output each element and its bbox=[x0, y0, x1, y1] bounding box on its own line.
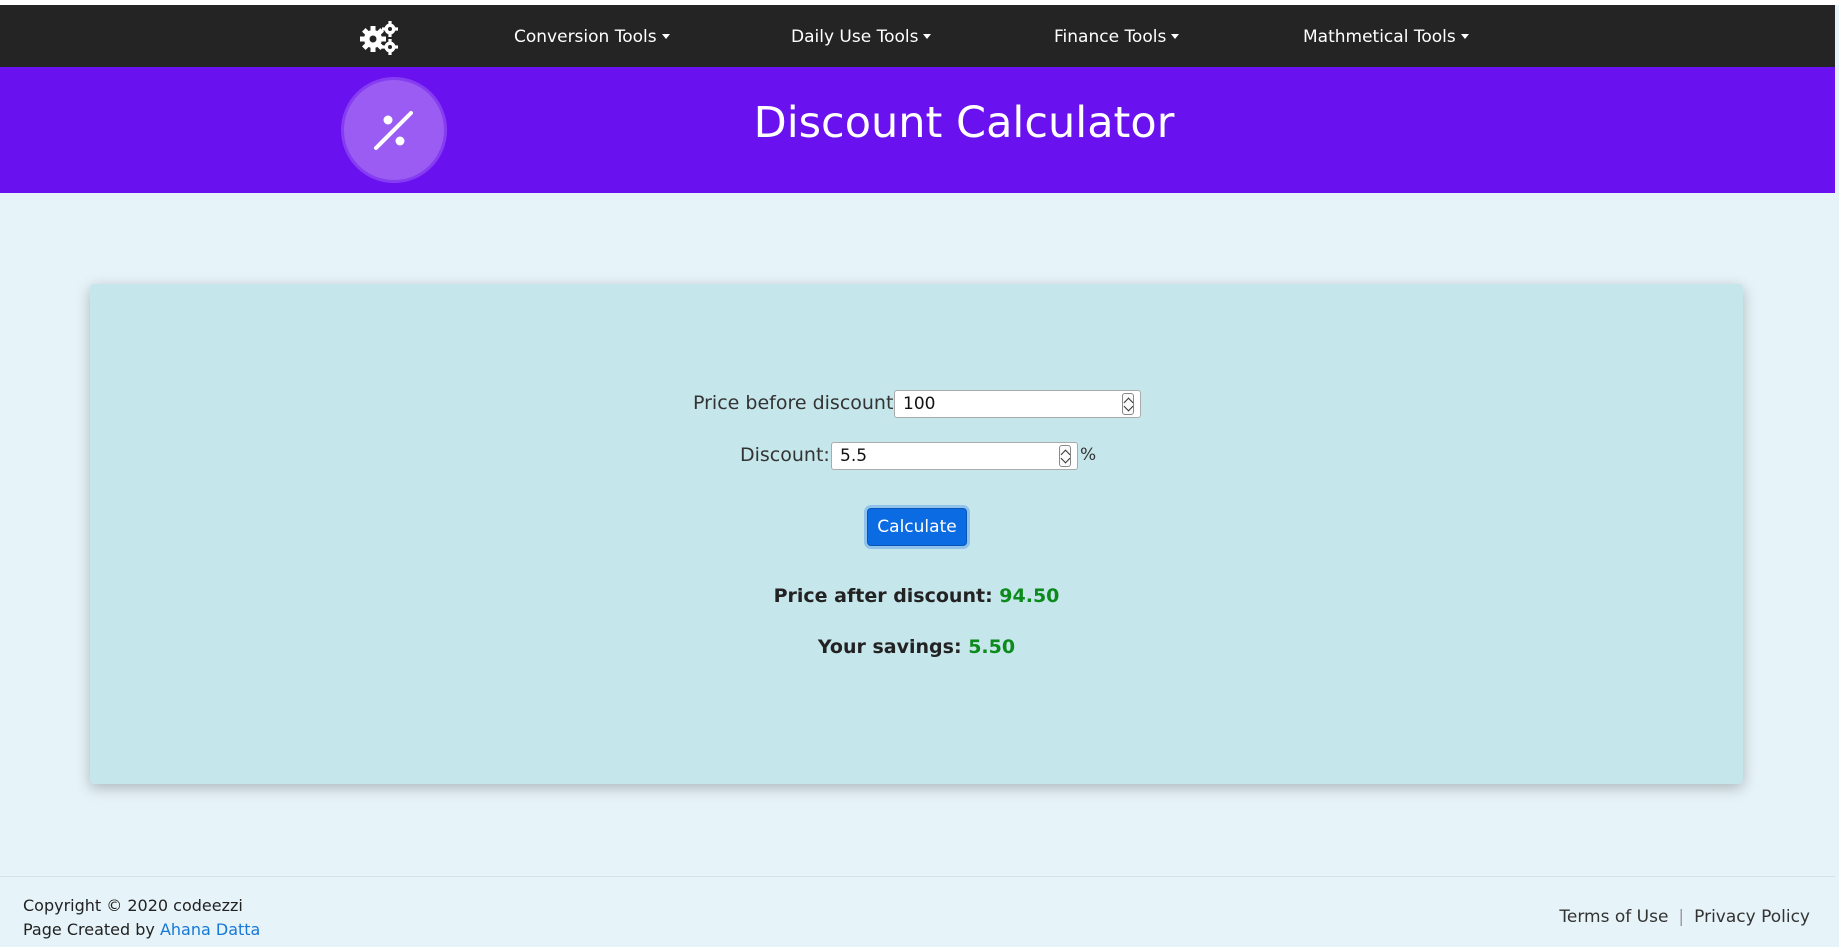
discount-input[interactable]: 5.5 bbox=[831, 442, 1078, 470]
nav-label: Finance Tools bbox=[1054, 27, 1167, 47]
your-savings: Your savings: 5.50 bbox=[90, 636, 1743, 658]
calculator-card: Price before discount: 100 Discount: 5.5… bbox=[90, 284, 1743, 784]
savings-label: Your savings: bbox=[817, 636, 962, 658]
nav-daily-use-tools[interactable]: Daily Use Tools bbox=[791, 27, 932, 47]
price-label: Price before discount: bbox=[693, 392, 900, 414]
price-after-discount: Price after discount: 94.50 bbox=[90, 585, 1743, 607]
nav-label: Daily Use Tools bbox=[791, 27, 919, 47]
created-by-label: Page Created by bbox=[23, 920, 155, 939]
nav-label: Conversion Tools bbox=[514, 27, 657, 47]
created-by-line: Page Created by Ahana Datta bbox=[23, 918, 260, 942]
footer: Copyright © 2020 codeezzi Page Created b… bbox=[0, 876, 1835, 947]
gears-logo-icon[interactable] bbox=[360, 19, 400, 55]
calculate-button[interactable]: Calculate bbox=[867, 508, 967, 546]
navbar: Conversion Tools Daily Use Tools Finance… bbox=[0, 5, 1835, 67]
footer-separator: | bbox=[1678, 907, 1685, 927]
nav-finance-tools[interactable]: Finance Tools bbox=[1054, 27, 1180, 47]
page-title: Discount Calculator bbox=[753, 98, 1175, 148]
terms-of-use-link[interactable]: Terms of Use bbox=[1559, 907, 1668, 927]
nav-label: Mathmetical Tools bbox=[1303, 27, 1456, 47]
price-value: 100 bbox=[903, 394, 936, 414]
footer-left: Copyright © 2020 codeezzi Page Created b… bbox=[23, 894, 260, 942]
discount-value: 5.5 bbox=[840, 446, 868, 466]
nav-mathmetical-tools[interactable]: Mathmetical Tools bbox=[1303, 27, 1469, 47]
price-input[interactable]: 100 bbox=[894, 390, 1141, 418]
nav-conversion-tools[interactable]: Conversion Tools bbox=[514, 27, 670, 47]
price-spinner[interactable] bbox=[1122, 393, 1134, 415]
price-row: Price before discount: 100 bbox=[90, 390, 1743, 420]
privacy-policy-link[interactable]: Privacy Policy bbox=[1694, 907, 1810, 927]
discount-label: Discount: bbox=[740, 444, 830, 466]
caret-down-icon bbox=[1460, 34, 1469, 39]
price-after-label: Price after discount: bbox=[773, 585, 993, 607]
copyright-text: Copyright © 2020 codeezzi bbox=[23, 896, 243, 915]
footer-links: Terms of Use | Privacy Policy bbox=[1559, 907, 1810, 927]
discount-spinner[interactable] bbox=[1059, 445, 1071, 467]
price-after-value: 94.50 bbox=[999, 585, 1060, 607]
caret-down-icon bbox=[661, 34, 670, 39]
savings-value: 5.50 bbox=[968, 636, 1016, 658]
author-link[interactable]: Ahana Datta bbox=[160, 920, 260, 939]
caret-down-icon bbox=[923, 34, 932, 39]
discount-row: Discount: 5.5 % bbox=[90, 442, 1743, 472]
caret-down-icon bbox=[1171, 34, 1180, 39]
page-banner: Discount Calculator bbox=[0, 67, 1835, 193]
percent-unit: % bbox=[1080, 445, 1097, 465]
